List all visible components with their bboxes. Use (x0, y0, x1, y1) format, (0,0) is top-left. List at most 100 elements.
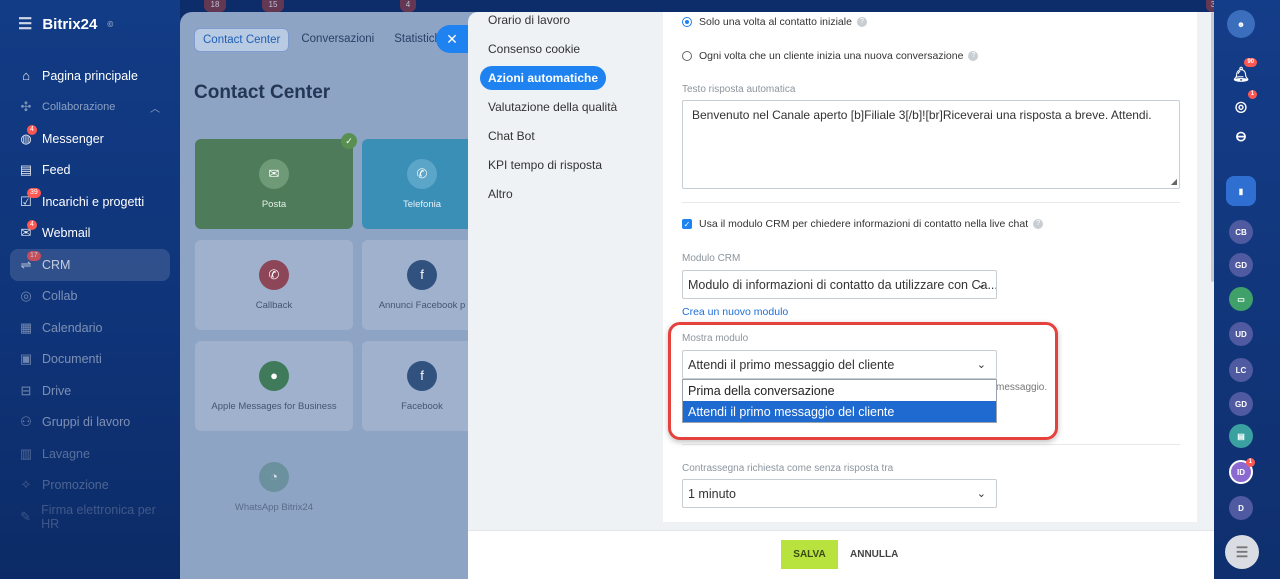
menu-icon: ☰ (1235, 543, 1249, 560)
notifications-button[interactable]: 🔔︎ 90 (1229, 58, 1257, 86)
tile-label: Telefonia (402, 198, 442, 210)
sidebar-item-sign[interactable]: ✎ Firma elettronica per HR (10, 501, 170, 533)
avatar[interactable]: GD (1229, 253, 1253, 277)
tile-callback[interactable]: ✆ Callback (195, 240, 353, 330)
save-button[interactable]: SALVA (781, 540, 838, 569)
sidebar-item-calendar[interactable]: ▦ Calendario (10, 312, 170, 344)
chat-search-icon: ⊖ (1235, 127, 1247, 144)
autoreply-text: Benvenuto nel Canale aperto [b]Filiale 3… (692, 108, 1152, 122)
contact-card-button[interactable]: ▭ (1229, 287, 1253, 311)
menu-item-quality-rating[interactable]: Valutazione della qualità (480, 95, 625, 119)
whatsapp-icon: ◔ (259, 461, 289, 492)
avatar-initials: ID (1237, 467, 1245, 477)
tab-conversations[interactable]: Conversazioni (293, 28, 382, 52)
menu-item-chat-bot[interactable]: Chat Bot (480, 124, 543, 148)
crm-checkbox-label: Usa il modulo CRM per chiedere informazi… (699, 218, 1029, 230)
menu-item-cookie-consent[interactable]: Consenso cookie (480, 37, 588, 61)
sidebar-nav: ⌂ Pagina principale ✣ Collaborazione ︿ ◍ 4 Me… (10, 60, 170, 533)
unanswered-value: 1 minuto (688, 486, 736, 501)
top-badge: 15 (262, 0, 284, 12)
chat-button[interactable]: ▤ (1229, 424, 1253, 448)
avatar[interactable]: D (1229, 496, 1253, 520)
tab-contact-center[interactable]: Contact Center (194, 28, 290, 52)
tile-label: Posta (261, 198, 287, 210)
crm-checkbox-row[interactable]: ✓ Usa il modulo CRM per chiedere informaz… (682, 218, 1044, 230)
tile-whatsapp[interactable]: ◔ WhatsApp Bitrix24 (195, 442, 353, 532)
sidebar-item-label: Webmail (42, 226, 91, 241)
sidebar-item-label: Firma elettronica per HR (41, 502, 156, 531)
close-slider-button[interactable]: ✕ (436, 25, 468, 53)
contact-badge: 1 (1245, 458, 1255, 467)
sign-icon: ✎ (20, 508, 32, 524)
open-channel-settings-slider: Orario di lavoro Consenso cookie Azioni … (468, 12, 1214, 579)
crm-form-value: Modulo di informazioni di contatto da ut… (688, 277, 997, 292)
sidebar-item-label: Collaborazione (42, 101, 116, 114)
crm-checkbox[interactable]: ✓ (682, 219, 692, 229)
avatar[interactable]: LC (1229, 358, 1253, 382)
menu-item-other[interactable]: Altro (480, 182, 521, 206)
logo[interactable]: ☰ Bitrix24 © (18, 14, 113, 34)
menu-item-automatic-actions[interactable]: Azioni automatiche (480, 66, 607, 90)
tile-facebook-ads[interactable]: f Annunci Facebook p (362, 240, 480, 330)
create-form-link[interactable]: Crea un nuovo modulo (682, 306, 788, 318)
chevron-up-icon: ︿ (150, 103, 160, 115)
close-icon: ✕ (446, 30, 458, 47)
facebook-ads-icon: f (407, 259, 437, 290)
tile-telephony[interactable]: ✆ Telefonia (362, 139, 480, 229)
sidebar-item-drive[interactable]: ⊟ Drive (10, 375, 170, 407)
sidebar-item-webmail[interactable]: ✉ 4 Webmail (10, 218, 170, 250)
sidebar-item-tasks[interactable]: ☑ 39 Incarichi e progetti (10, 186, 170, 218)
activity-button[interactable]: ◎ 1 (1229, 90, 1257, 118)
sidebar-item-boards[interactable]: ▥ Lavagne (10, 438, 170, 470)
menu-button[interactable]: ☰ (1225, 535, 1259, 569)
help-icon[interactable]: ? (1033, 219, 1044, 229)
sidebar-item-groups[interactable]: ⚇ Gruppi di lavoro (10, 407, 170, 439)
sidebar-item-label: Drive (42, 383, 72, 398)
radio-each[interactable] (682, 51, 692, 61)
radio-each-option[interactable]: Ogni volta che un cliente inizia una nuo… (682, 50, 979, 62)
page-title: Contact Center (194, 82, 331, 103)
avatar[interactable]: ID 1 (1229, 458, 1255, 484)
menu-icon[interactable]: ☰ (18, 14, 32, 34)
sidebar-item-crm[interactable]: ⇌ 17 CRM (10, 249, 170, 281)
feed-icon: ▤ (19, 162, 33, 178)
unanswered-select[interactable]: 1 minuto ⌄ (682, 479, 997, 508)
help-icon[interactable]: ? (968, 51, 979, 61)
avatar[interactable]: UD (1229, 322, 1253, 346)
tile-facebook[interactable]: f Facebook (362, 341, 480, 431)
bookmark-icon: ▮ (1238, 186, 1244, 196)
menu-item-working-hours[interactable]: Orario di lavoro (480, 12, 578, 32)
tile-mail[interactable]: ✓ ✉ Posta (195, 133, 357, 229)
crm-form-select[interactable]: Modulo di informazioni di contatto da ut… (682, 270, 997, 299)
autoreply-textarea[interactable]: Benvenuto nel Canale aperto [b]Filiale 3… (682, 100, 1180, 189)
radio-once[interactable] (682, 17, 692, 27)
drive-icon: ⊟ (20, 382, 32, 398)
sidebar-item-feed[interactable]: ▤ Feed (10, 155, 170, 187)
cancel-button[interactable]: ANNULLA (850, 540, 898, 569)
help-icon[interactable]: ? (856, 17, 867, 27)
avatar[interactable]: CB (1229, 220, 1253, 244)
sidebar-item-documents[interactable]: ▣ Documenti (10, 344, 170, 376)
resize-handle-icon[interactable]: ◢ (1171, 177, 1177, 186)
avatar[interactable]: GD (1229, 392, 1253, 416)
right-panel: ☻ 🔔︎ 90 ◎ 1 ⊖ ▮ CB GD ▭ UD LC GD ▤ ID 1 D ☰ (1214, 0, 1280, 579)
sidebar-item-collab[interactable]: ◎ Collab (10, 281, 170, 313)
top-badge: 18 (204, 0, 226, 12)
webmail-badge: 4 (27, 219, 37, 230)
avatar[interactable]: ☻ (1227, 10, 1255, 38)
sidebar-item-home[interactable]: ⌂ Pagina principale (10, 60, 170, 92)
collab-icon: ✣ (20, 99, 32, 115)
radio-once-option[interactable]: Solo una volta al contatto iniziale? (682, 16, 867, 28)
check-icon: ✓ (341, 133, 357, 149)
tile-label: Facebook (401, 400, 443, 412)
sidebar-item-promo[interactable]: ✧ Promozione (10, 470, 170, 502)
sidebar-item-messenger[interactable]: ◍ 4 Messenger (10, 123, 170, 155)
callback-icon: ✆ (259, 259, 289, 290)
menu-item-response-kpi[interactable]: KPI tempo di risposta (480, 153, 610, 177)
tile-apple-messages[interactable]: ● Apple Messages for Business (195, 341, 353, 431)
sidebar-item-label: Feed (42, 163, 71, 178)
bookmark-button[interactable]: ▮ (1226, 176, 1256, 206)
sidebar-section-collab[interactable]: ✣ Collaborazione ︿ (10, 92, 170, 124)
divider (682, 444, 1180, 445)
search-chat-button[interactable]: ⊖ (1229, 124, 1253, 148)
